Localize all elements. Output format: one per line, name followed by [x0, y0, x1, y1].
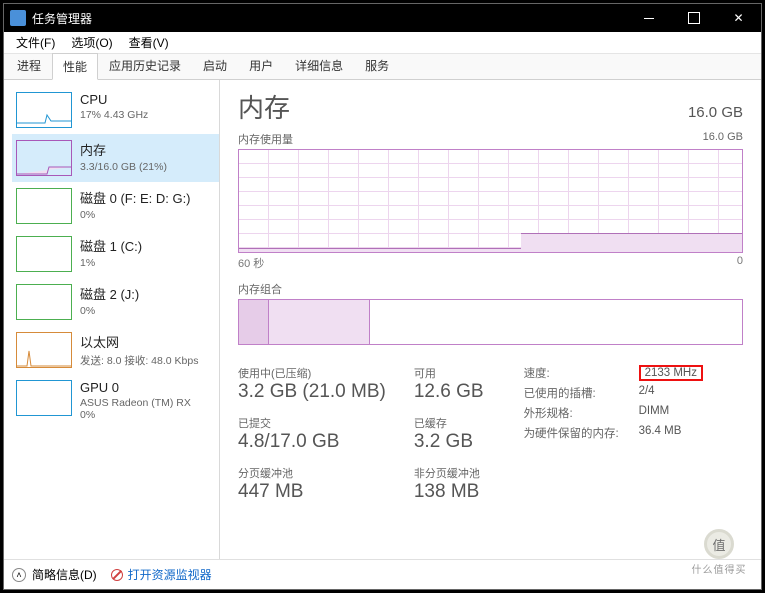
nonpaged-value: 138 MB: [414, 481, 484, 503]
composition-label: 内存组合: [238, 281, 743, 297]
slots-label: 已使用的插槽:: [524, 385, 639, 401]
speed-value: 2133 MHz: [639, 365, 703, 381]
avail-value: 12.6 GB: [414, 381, 484, 403]
resource-monitor-icon: [111, 569, 123, 581]
tab-app-history[interactable]: 应用历史记录: [98, 52, 192, 79]
cached-value: 3.2 GB: [414, 431, 484, 453]
commit-label: 已提交: [238, 415, 386, 431]
memory-usage-chart[interactable]: [238, 149, 743, 253]
memory-thumb-icon: [16, 140, 72, 176]
nonpaged-label: 非分页缓冲池: [414, 465, 484, 481]
minimize-button[interactable]: [626, 4, 671, 32]
sidebar-item-disk0[interactable]: 磁盘 0 (F: E: D: G:)0%: [12, 182, 219, 230]
usage-chart-max: 16.0 GB: [703, 131, 743, 147]
slots-value: 2/4: [639, 385, 655, 401]
paged-label: 分页缓冲池: [238, 465, 386, 481]
form-value: DIMM: [639, 405, 670, 421]
reserved-value: 36.4 MB: [639, 425, 682, 441]
usage-chart-label: 内存使用量: [238, 131, 293, 147]
paged-value: 447 MB: [238, 481, 386, 503]
page-title: 内存: [238, 88, 290, 125]
chevron-up-icon[interactable]: ˄: [12, 568, 26, 582]
sidebar-item-disk1[interactable]: 磁盘 1 (C:)1%: [12, 230, 219, 278]
tab-startup[interactable]: 启动: [192, 52, 238, 79]
sidebar-item-ethernet[interactable]: 以太网发送: 8.0 接收: 48.0 Kbps: [12, 326, 219, 374]
disk-thumb-icon: [16, 236, 72, 272]
speed-label: 速度:: [524, 365, 639, 381]
inuse-label: 使用中(已压缩): [238, 365, 386, 381]
footer: ˄ 简略信息(D) 打开资源监视器: [4, 559, 761, 589]
memory-total: 16.0 GB: [688, 104, 743, 121]
sidebar-item-cpu[interactable]: CPU17% 4.43 GHz: [12, 86, 219, 134]
sidebar-item-gpu0[interactable]: GPU 0ASUS Radeon (TM) RX0%: [12, 374, 219, 427]
disk-thumb-icon: [16, 188, 72, 224]
menu-file[interactable]: 文件(F): [8, 32, 63, 53]
axis-right: 0: [737, 255, 743, 271]
brief-info-link[interactable]: 简略信息(D): [32, 566, 97, 583]
menubar: 文件(F) 选项(O) 查看(V): [4, 32, 761, 54]
tab-users[interactable]: 用户: [238, 52, 284, 79]
cached-label: 已缓存: [414, 415, 484, 431]
form-label: 外形规格:: [524, 405, 639, 421]
resource-monitor-link[interactable]: 打开资源监视器: [128, 566, 212, 583]
axis-left: 60 秒: [238, 255, 264, 271]
gpu-thumb-icon: [16, 380, 72, 416]
app-icon: [10, 10, 26, 26]
tab-processes[interactable]: 进程: [6, 52, 52, 79]
watermark: 值 什么值得买: [683, 529, 755, 581]
avail-label: 可用: [414, 365, 484, 381]
watermark-icon: 值: [704, 529, 734, 559]
window-title: 任务管理器: [32, 10, 626, 27]
reserved-label: 为硬件保留的内存:: [524, 425, 639, 441]
sidebar-item-disk2[interactable]: 磁盘 2 (J:)0%: [12, 278, 219, 326]
tab-performance[interactable]: 性能: [52, 53, 98, 80]
memory-composition-chart[interactable]: [238, 299, 743, 345]
tab-details[interactable]: 详细信息: [284, 52, 354, 79]
sidebar: CPU17% 4.43 GHz 内存3.3/16.0 GB (21%) 磁盘 0…: [4, 80, 220, 559]
watermark-text: 什么值得买: [692, 561, 747, 576]
main-panel: 内存 16.0 GB 内存使用量 16.0 GB 60 秒 0 内存组合 使用中(已…: [220, 80, 761, 559]
disk-thumb-icon: [16, 284, 72, 320]
tabbar: 进程 性能 应用历史记录 启动 用户 详细信息 服务: [4, 54, 761, 80]
menu-options[interactable]: 选项(O): [63, 32, 120, 53]
maximize-button[interactable]: [671, 4, 716, 32]
sidebar-item-memory[interactable]: 内存3.3/16.0 GB (21%): [12, 134, 219, 182]
cpu-thumb-icon: [16, 92, 72, 128]
ethernet-thumb-icon: [16, 332, 72, 368]
task-manager-window: 任务管理器 文件(F) 选项(O) 查看(V) 进程 性能 应用历史记录 启动 …: [3, 3, 762, 590]
titlebar: 任务管理器: [4, 4, 761, 32]
tab-services[interactable]: 服务: [354, 52, 400, 79]
commit-value: 4.8/17.0 GB: [238, 431, 386, 453]
close-button[interactable]: [716, 4, 761, 32]
menu-view[interactable]: 查看(V): [121, 32, 177, 53]
inuse-value: 3.2 GB (21.0 MB): [238, 381, 386, 403]
